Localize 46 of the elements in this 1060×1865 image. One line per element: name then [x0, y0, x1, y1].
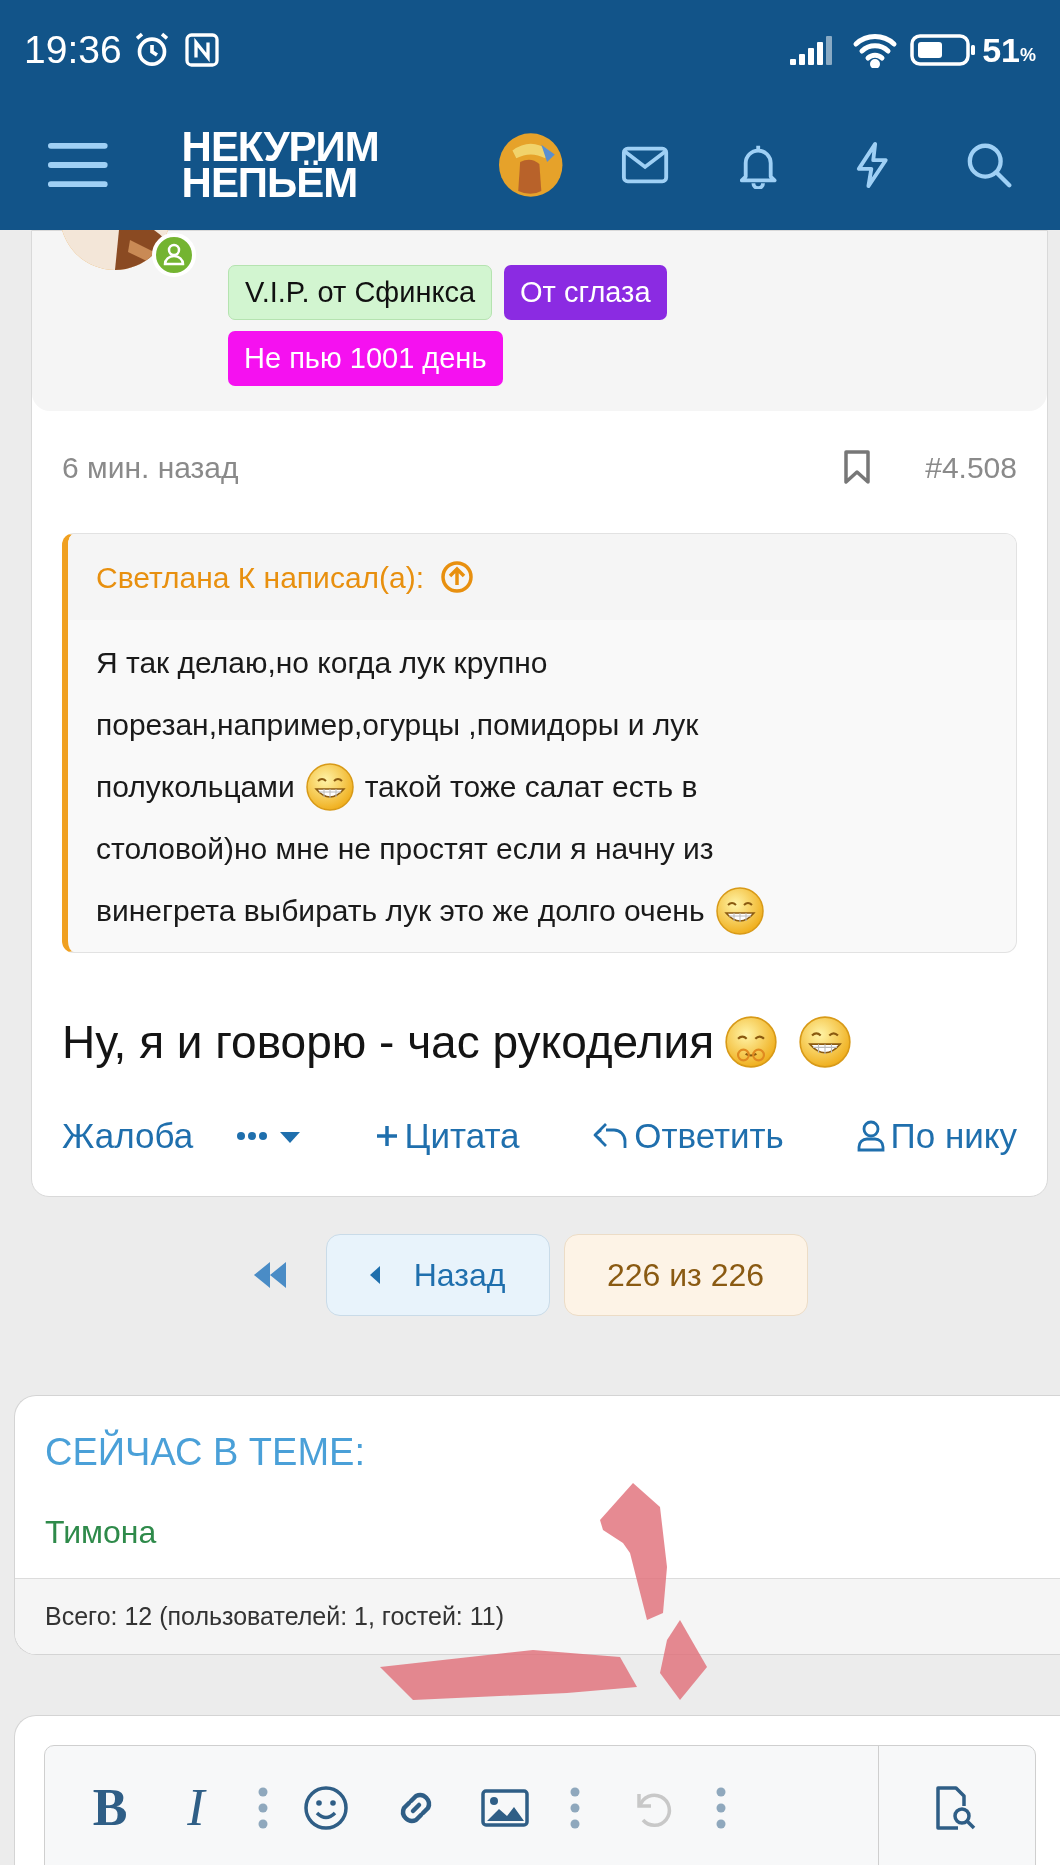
image-icon[interactable] [481, 1789, 529, 1827]
post-number[interactable]: #4.508 [925, 444, 1017, 490]
text: Ну, я и говорю - час рукоделия [62, 1015, 715, 1070]
user-badge: От сглаза [504, 265, 667, 320]
user-link[interactable]: Тимона [45, 1508, 157, 1556]
site-logo[interactable]: НЕКУРИМ НЕПЬЁМ [181, 129, 413, 201]
bookmark-icon[interactable] [843, 449, 872, 485]
text: полукольцами [96, 769, 295, 805]
post-time[interactable]: 6 мин. назад [62, 444, 239, 490]
grin-emoji-icon [714, 886, 765, 936]
grin-emoji-icon [304, 762, 355, 812]
blush-emoji-icon [724, 1015, 779, 1069]
status-time: 19:36 [24, 26, 122, 73]
user-badge: V.I.P. от Сфинкса [228, 265, 493, 320]
nfc-icon [183, 32, 220, 68]
search-icon[interactable] [965, 141, 1012, 189]
grin-emoji-icon [798, 1015, 853, 1069]
wifi-icon [852, 32, 899, 68]
lightning-icon[interactable] [854, 140, 891, 190]
italic-button[interactable]: I [171, 1782, 221, 1834]
menu-icon[interactable] [48, 140, 108, 190]
mail-icon[interactable] [620, 145, 669, 185]
plus-icon [374, 1124, 399, 1148]
user-badge: Не пью 1001 день [228, 331, 503, 386]
bold-button[interactable]: B [85, 1782, 135, 1834]
user-icon [856, 1120, 885, 1152]
text: Я так делаю,но когда лук крупно [96, 645, 548, 681]
online-total: Всего: 12 (пользователей: 1, гостей: 11) [45, 1600, 505, 1632]
reply-link[interactable]: Ответить [592, 1109, 784, 1163]
text: такой тоже салат есть в [364, 769, 698, 805]
quote-link[interactable]: Цитата [374, 1109, 520, 1163]
battery-percent-sign: % [1020, 44, 1036, 67]
current-page-button[interactable]: 226 из 226 [563, 1234, 808, 1316]
section-title: СЕЙЧАС В ТЕМЕ: [45, 1428, 365, 1475]
battery-icon [910, 34, 977, 66]
text: порезан,например,огурцы ,помидоры и лук [96, 707, 699, 743]
user-avatar-icon[interactable] [499, 132, 563, 198]
caret-left-icon [369, 1266, 380, 1284]
report-link[interactable]: Жалоба [62, 1109, 194, 1163]
text: винегрета выбирать лук это же долго очень [96, 893, 705, 929]
smiley-icon[interactable] [303, 1785, 349, 1831]
by-nick-link[interactable]: По нику [856, 1109, 1017, 1163]
battery-percent: 51 [982, 29, 1020, 71]
previous-page-button[interactable]: Назад [325, 1234, 550, 1316]
text: столовой)но мне не простят если я начну из [96, 831, 714, 867]
reply-arrow-icon [592, 1121, 629, 1151]
